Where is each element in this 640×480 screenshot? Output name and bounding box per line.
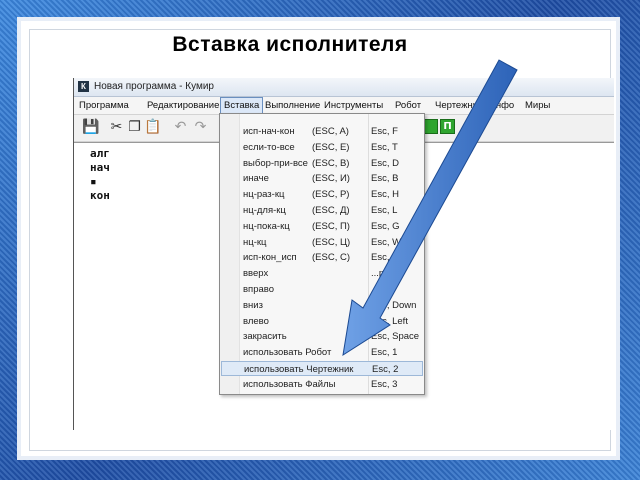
menu-item-label: нц-пока-кц [243, 220, 290, 232]
menu-1[interactable]: Программа [76, 97, 132, 114]
menu-item-esc-code: (ESC, C) [312, 252, 350, 264]
menu-item-12[interactable]: вниз Esc, Down [221, 298, 423, 313]
menu-item-shortcut: Esc, Down [371, 299, 417, 311]
menu-item-10[interactable]: вверх ...p [221, 266, 423, 281]
code-line: нач [90, 161, 110, 174]
menu-item-label: вправо [243, 284, 274, 295]
save-icon[interactable]: 💾 [82, 119, 99, 136]
menu-item-shortcut: Esc, D [371, 157, 399, 169]
menu-item-shortcut: Esc, H [371, 189, 399, 201]
menu-item-shortcut: Esc, Space [371, 331, 420, 343]
cut-icon[interactable]: ✂ [108, 119, 125, 136]
menu-item-label: выбор-при-все [243, 157, 308, 169]
menu-item-label: если-то-все [243, 141, 295, 153]
menu-item-esc-code: (ESC, E) [312, 141, 350, 153]
menu-item-15[interactable]: использовать Робот Esc, 1 [221, 345, 423, 360]
menu-item-2[interactable]: если-то-все (ESC, E) Esc, T [221, 140, 423, 155]
menu-7[interactable]: Чертежник [432, 97, 485, 114]
menu-item-shortcut: Esc, L [371, 205, 398, 216]
menu-item-label: использовать Файлы [243, 378, 336, 390]
menu-item-4[interactable]: иначе (ESC, И) Esc, B [221, 171, 423, 186]
menu-item-shortcut: Esc, 1 [371, 347, 398, 359]
slide-title: Вставка исполнителя [172, 33, 408, 56]
menu-item-8[interactable]: нц-кц (ESC, Ц) Esc, W [221, 235, 423, 250]
menu-item-esc-code: (ESC, Ц) [312, 236, 351, 248]
menu-item-esc-code: (ESC, B) [312, 157, 350, 169]
menu-item-label: нц-для-кц [243, 205, 286, 216]
menu-item-shortcut: Esc, T [371, 141, 398, 153]
menu-item-shortcut: ...ight [371, 284, 395, 295]
menu-item-shortcut: Esc, F [371, 126, 398, 137]
redo-icon[interactable]: ↷ [192, 119, 209, 136]
menu-item-shortcut: Esc, 2 [372, 364, 399, 375]
menu-item-7[interactable]: нц-пока-кц (ESC, П) Esc, G [221, 219, 423, 234]
run-button[interactable] [423, 119, 438, 134]
menu-item-label: нц-кц [243, 236, 267, 248]
menu-item-label: исп-нач-кон [243, 126, 295, 137]
menu-item-6[interactable]: нц-для-кц (ESC, Д) Esc, L [221, 203, 423, 218]
menu-2[interactable]: Редактирование [144, 97, 222, 114]
menu-item-14[interactable]: закрасить Esc, Space [221, 329, 423, 344]
menu-item-label: иначе [243, 173, 269, 185]
menu-item-label: нц-раз-кц [243, 189, 285, 201]
menu-item-label: закрасить [243, 331, 287, 343]
code-line: алг [90, 147, 110, 160]
kumir-app-icon: К [78, 81, 89, 92]
menu-6[interactable]: Робот [392, 97, 424, 114]
menu-item-label: исп-кон_исп [243, 252, 297, 264]
code-line: кон [90, 189, 110, 202]
menu-8[interactable]: Инфо [486, 97, 517, 114]
menu-item-esc-code: (ESC, P) [312, 189, 350, 201]
menu-item-label: использовать Робот [243, 347, 332, 359]
menu-item-11[interactable]: вправо ...ight [221, 282, 423, 297]
menu-item-shortcut: ...p [371, 268, 385, 280]
step-button[interactable]: П [440, 119, 455, 134]
code-line: ▪ [90, 175, 97, 188]
menu-item-13[interactable]: влево Esc, Left [221, 314, 423, 329]
menu-item-label: вниз [243, 299, 263, 311]
menu-item-5[interactable]: нц-раз-кц (ESC, P) Esc, H [221, 187, 423, 202]
menu-item-label: вверх [243, 268, 269, 280]
menu-3[interactable]: Вставка [220, 97, 264, 114]
insert-menu-dropdown: исп-нач-кон (ESC, A) Esc, F если-то-все (ESC… [219, 113, 425, 395]
menu-item-shortcut: Esc, B [371, 173, 399, 185]
menu-4[interactable]: Выполнение [262, 97, 323, 114]
menu-9[interactable]: Миры [522, 97, 553, 114]
menu-item-esc-code: (ESC, П) [312, 220, 350, 232]
menu-item-9[interactable]: исп-кон_исп (ESC, C) Esc, ... [221, 250, 423, 265]
paste-icon[interactable]: 📋 [144, 119, 161, 136]
menu-item-esc-code: (ESC, И) [312, 173, 350, 185]
menu-item-shortcut: Esc, 3 [371, 378, 398, 390]
menu-item-shortcut: Esc, G [371, 220, 400, 232]
undo-icon[interactable]: ↶ [172, 119, 189, 136]
window-title: Новая программа - Кумир [94, 81, 214, 92]
menu-5[interactable]: Инструменты [321, 97, 386, 114]
menu-item-1[interactable]: исп-нач-кон (ESC, A) Esc, F [221, 124, 423, 139]
menu-item-esc-code: (ESC, A) [312, 126, 349, 137]
menu-item-label: влево [243, 315, 269, 327]
menu-item-shortcut: Esc, ... [371, 252, 401, 264]
menu-item-label: использовать Чертежник [244, 364, 354, 375]
menu-item-16[interactable]: использовать Чертежник Esc, 2 [221, 361, 423, 376]
menu-item-shortcut: Esc, Left [371, 315, 408, 327]
menu-item-3[interactable]: выбор-при-все (ESC, B) Esc, D [221, 156, 423, 171]
menu-item-esc-code: (ESC, Д) [312, 205, 350, 216]
copy-icon[interactable]: ❐ [126, 119, 143, 136]
menu-item-shortcut: Esc, W [371, 236, 402, 248]
menu-item-17[interactable]: использовать Файлы Esc, 3 [221, 377, 423, 392]
window-titlebar: К Новая программа - Кумир [74, 78, 614, 97]
